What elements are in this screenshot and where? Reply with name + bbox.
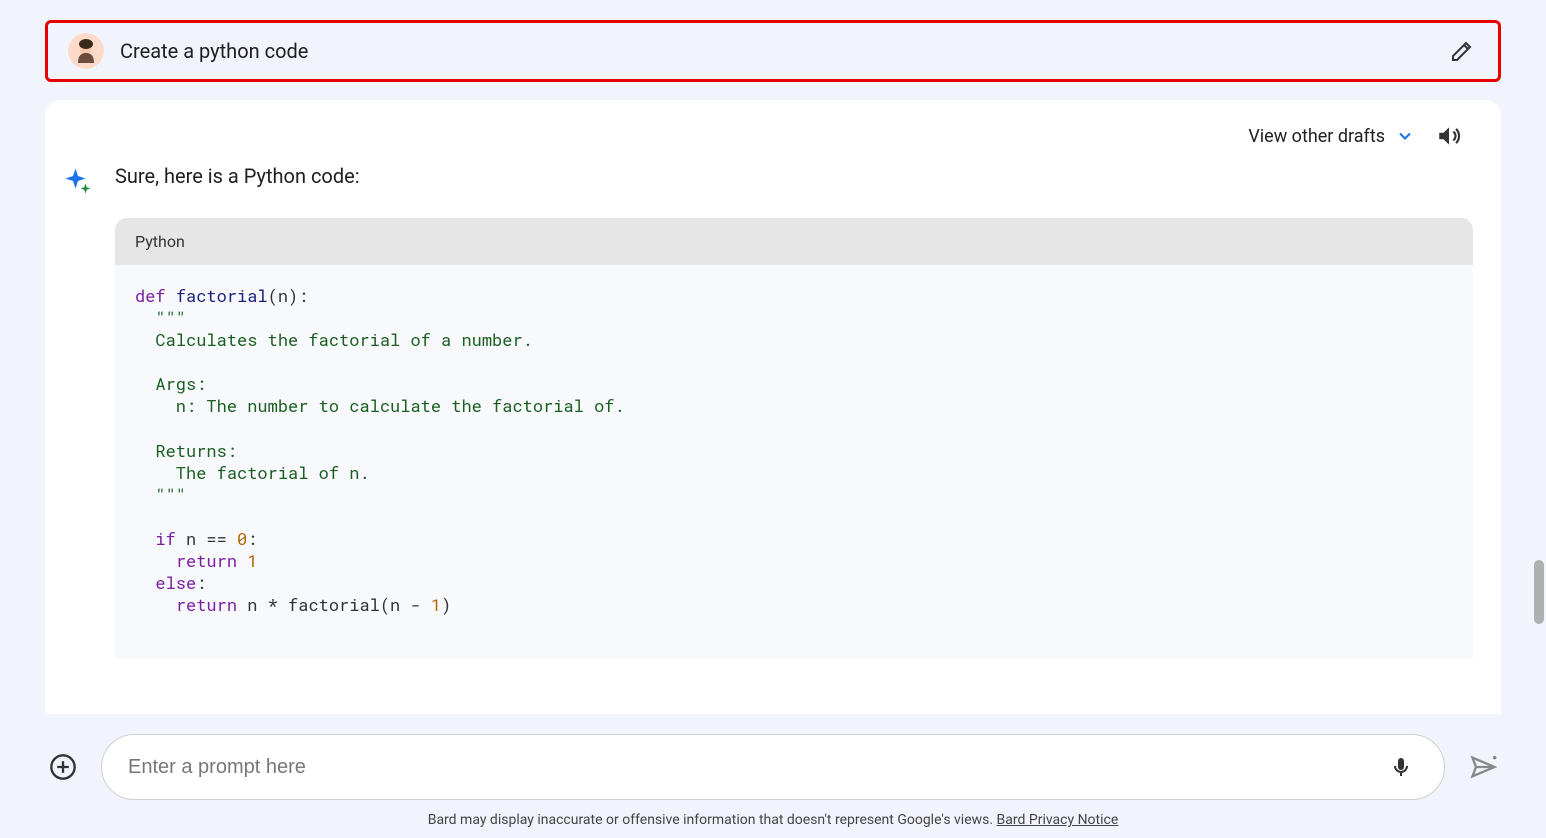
privacy-link[interactable]: Bard Privacy Notice [997, 812, 1119, 828]
bard-sparkle-icon [63, 166, 93, 200]
add-button[interactable] [45, 749, 81, 785]
send-icon [1469, 753, 1497, 781]
chevron-down-icon [1395, 126, 1415, 146]
user-prompt-text: Create a python code [120, 39, 1430, 63]
footer-disclaimer: Bard may display inaccurate or offensive… [45, 812, 1501, 828]
edit-prompt-button[interactable] [1446, 35, 1478, 67]
code-content: def factorial(n): """ Calculates the fac… [115, 265, 1473, 659]
user-prompt-row: Create a python code [45, 20, 1501, 82]
scrollbar-thumb[interactable] [1534, 560, 1544, 624]
plus-circle-icon [49, 753, 77, 781]
response-intro-text: Sure, here is a Python code: [115, 164, 1473, 188]
view-drafts-button[interactable]: View other drafts [1248, 126, 1415, 147]
code-language-label: Python [115, 218, 1473, 265]
user-avatar [68, 33, 104, 69]
prompt-input[interactable] [128, 756, 1384, 779]
prompt-input-container[interactable] [101, 734, 1445, 800]
send-button[interactable] [1465, 749, 1501, 785]
pencil-icon [1450, 39, 1474, 63]
input-area: Bard may display inaccurate or offensive… [0, 714, 1546, 838]
mic-icon [1389, 755, 1413, 779]
mic-button[interactable] [1384, 750, 1418, 784]
view-drafts-label: View other drafts [1248, 126, 1385, 147]
volume-icon [1436, 123, 1462, 149]
code-block: Python def factorial(n): """ Calculates … [115, 218, 1473, 659]
speak-button[interactable] [1431, 118, 1467, 154]
